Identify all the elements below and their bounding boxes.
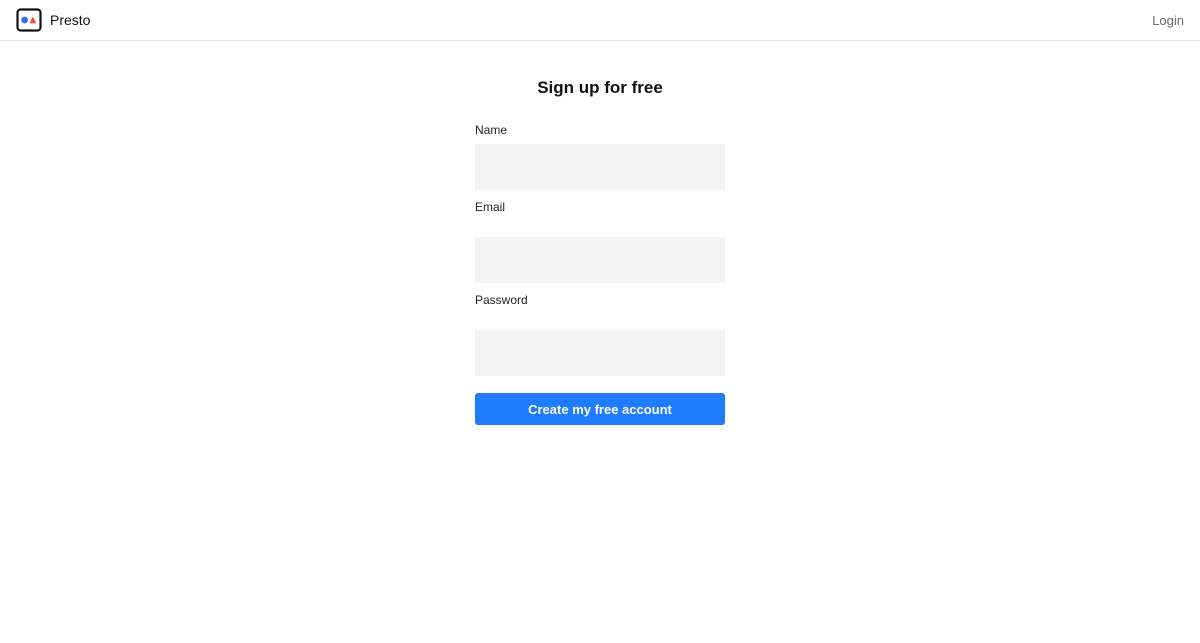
email-field-label: Email	[475, 200, 506, 214]
name-field-label: Name	[475, 123, 508, 137]
email-input[interactable]	[475, 237, 725, 283]
password-input[interactable]	[475, 330, 725, 376]
login-link[interactable]: Login	[1152, 12, 1184, 30]
page-title: Sign up for free	[537, 78, 663, 97]
create-account-button[interactable]: Create my free account	[475, 393, 725, 425]
brand-home-link[interactable]: Presto	[16, 8, 90, 32]
name-input[interactable]	[475, 144, 725, 190]
top-navigation-bar: Presto Login	[0, 0, 1200, 41]
brand-name: Presto	[50, 12, 91, 28]
signup-form: Sign up for free Name Email Password Cre…	[475, 76, 725, 425]
presto-logo-icon	[16, 8, 42, 32]
password-field-label: Password	[475, 293, 528, 307]
